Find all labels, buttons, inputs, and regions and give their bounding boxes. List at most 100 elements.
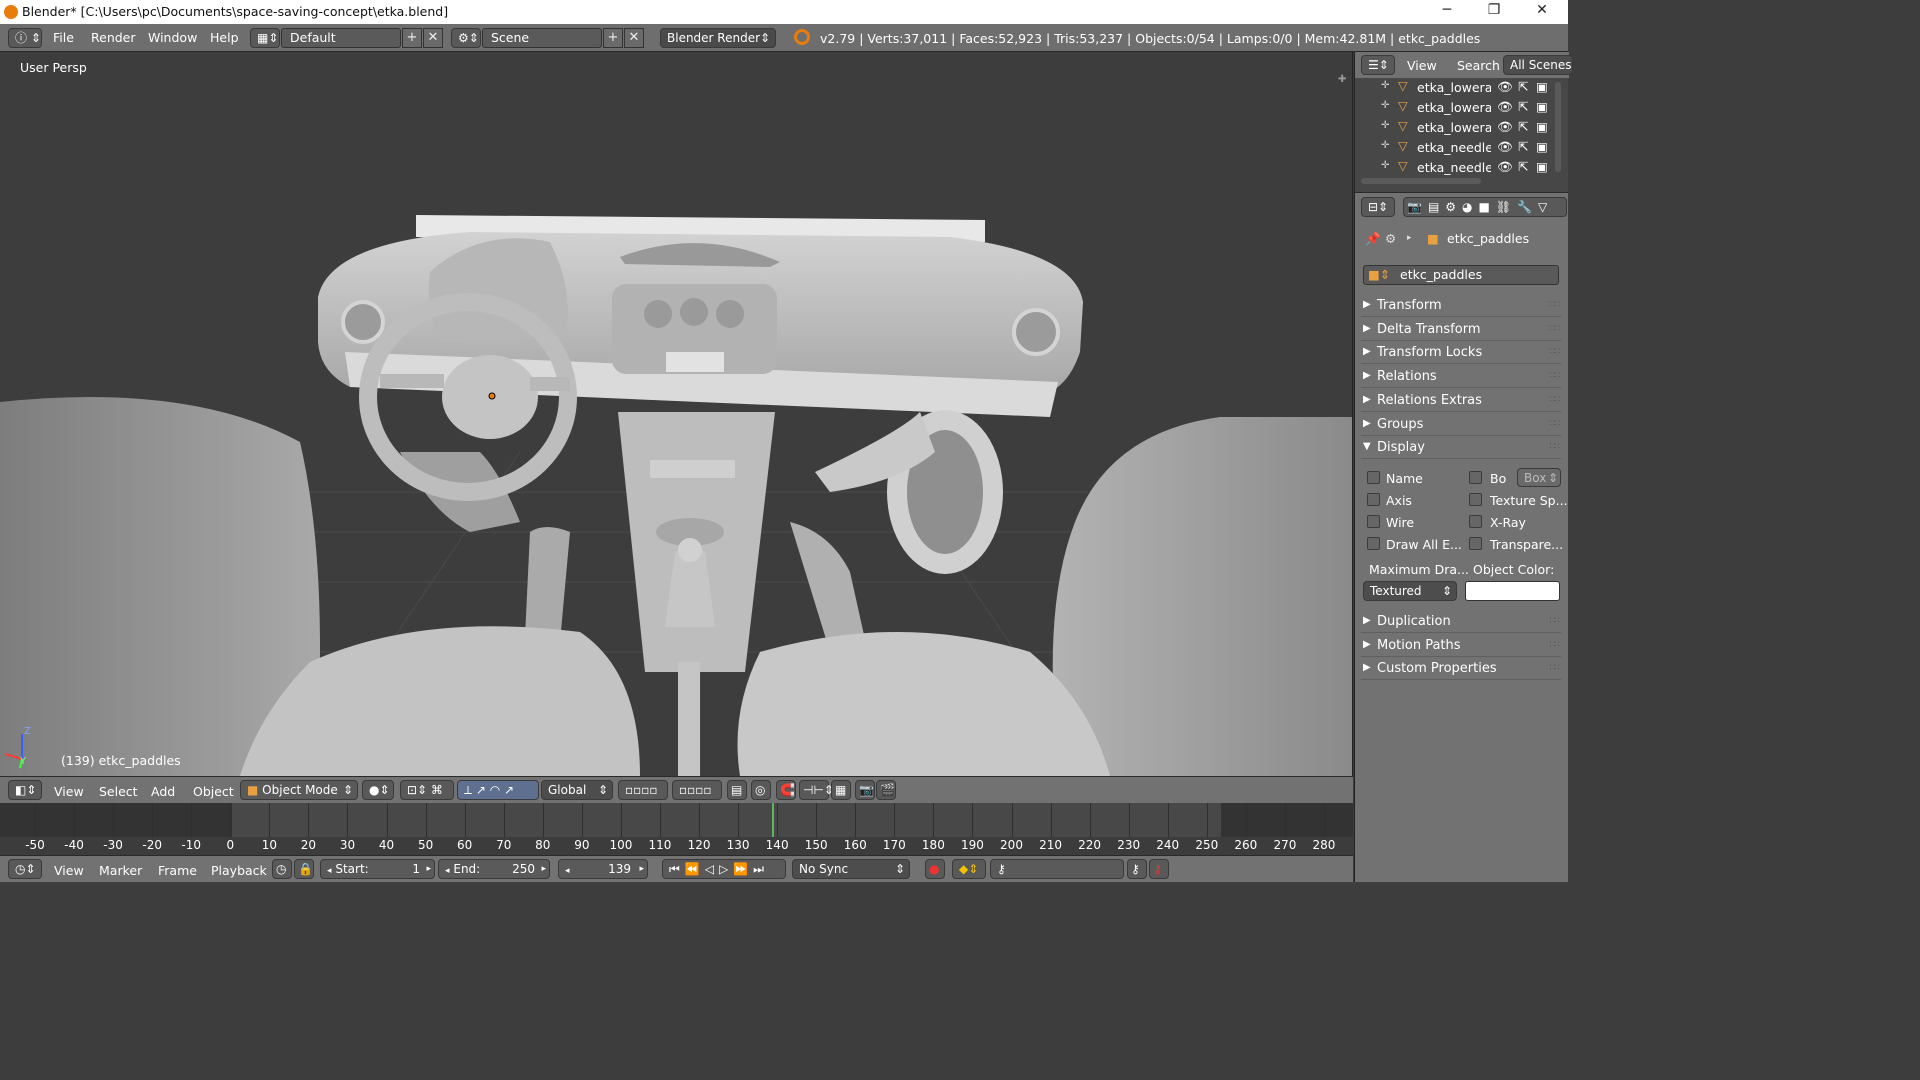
drag-grip-icon[interactable]: ∷∷ xyxy=(1550,324,1561,334)
current-frame-field[interactable]: ◂ 139 ▸ xyxy=(558,859,648,879)
3d-viewport[interactable]: User Persp Z Y (139) etkc_paddles ✚ xyxy=(0,52,1353,776)
axis-checkbox[interactable] xyxy=(1367,493,1380,506)
list-item[interactable]: ✛ ▽ etka_lowerarm 👁 ⇱ ▣ xyxy=(1355,98,1569,118)
transparency-checkbox[interactable] xyxy=(1469,537,1482,550)
expand-icon[interactable]: ✛ xyxy=(1381,140,1389,151)
outliner-item-name[interactable]: etka_needle_ xyxy=(1417,140,1491,155)
expand-icon[interactable]: ✛ xyxy=(1381,120,1389,131)
outliner-item-name[interactable]: etka_lowerarm xyxy=(1417,100,1491,115)
camera-icon[interactable]: ▣ xyxy=(1536,99,1548,114)
bounds-type-select[interactable]: Box ⇕ xyxy=(1517,468,1561,487)
panel-relations-extras[interactable]: ▶ Relations Extras ∷∷ xyxy=(1361,390,1561,412)
pin-icon[interactable]: 📌 xyxy=(1365,231,1381,247)
snap-element-select[interactable]: ⊣⊢⇕ xyxy=(799,780,834,800)
render-camera-icon[interactable]: 📷 xyxy=(855,780,875,800)
end-frame-field[interactable]: ◂ End: 250 ▸ xyxy=(438,859,550,879)
object-color-swatch[interactable] xyxy=(1465,581,1560,601)
cursor-icon[interactable]: ⇱ xyxy=(1518,79,1528,94)
editor-type-properties-icon[interactable]: ⊟⇕ xyxy=(1361,197,1395,217)
name-checkbox[interactable] xyxy=(1367,471,1380,484)
drag-grip-icon[interactable]: ∷∷ xyxy=(1550,395,1561,405)
screen-layout-field[interactable]: Default xyxy=(281,28,401,48)
menu-playback[interactable]: Playback xyxy=(211,863,267,878)
add-screen-icon[interactable]: + xyxy=(402,28,422,48)
editor-type-info-icon[interactable]: ⓘ ⇕ xyxy=(8,28,42,48)
cursor-icon[interactable]: ⇱ xyxy=(1518,99,1528,114)
list-item[interactable]: ✛ ▽ etka_lowerarm 👁 ⇱ ▣ xyxy=(1355,118,1569,138)
add-scene-icon[interactable]: + xyxy=(603,28,623,48)
menu-window[interactable]: Window xyxy=(148,30,197,45)
outliner-item-name[interactable]: etka_lowerarm xyxy=(1417,120,1491,135)
drag-grip-icon[interactable]: ∷∷ xyxy=(1550,616,1561,626)
menu-file[interactable]: File xyxy=(53,30,74,45)
mode-select[interactable]: ■ Object Mode ⇕ xyxy=(240,780,358,800)
layers-grid-a[interactable]: ▫▫▫▫ xyxy=(618,780,668,800)
list-item[interactable]: ✛ ▽ etka_needle_ 👁 ⇱ ▣ xyxy=(1355,158,1569,178)
menu-marker[interactable]: Marker xyxy=(99,863,142,878)
close-button[interactable]: ✕ xyxy=(1527,2,1557,22)
panel-delta-transform[interactable]: ▶ Delta Transform ∷∷ xyxy=(1361,319,1561,341)
remove-scene-icon[interactable]: ✕ xyxy=(624,28,644,48)
expand-icon[interactable]: ✛ xyxy=(1381,100,1389,111)
playback-controls[interactable]: ⏮⏪◁▷⏩⏭ xyxy=(662,859,786,879)
minimize-button[interactable]: ─ xyxy=(1432,2,1462,22)
viewport-shading-select[interactable]: ●⇕ xyxy=(362,780,394,800)
screen-layout-icon[interactable]: ▦⇕ xyxy=(250,28,280,48)
eye-icon[interactable]: 👁 xyxy=(1497,119,1513,135)
eye-icon[interactable]: 👁 xyxy=(1497,99,1513,115)
panel-motion-paths[interactable]: ▶ Motion Paths ∷∷ xyxy=(1361,635,1561,657)
menu-object[interactable]: Object xyxy=(193,784,234,799)
lock-icon[interactable]: 🔒 xyxy=(294,859,314,879)
layers-grid-b[interactable]: ▫▫▫▫ xyxy=(672,780,722,800)
snap-target-icon[interactable]: ▦ xyxy=(831,780,851,800)
panel-transform[interactable]: ▶ Transform ∷∷ xyxy=(1361,295,1561,317)
menu-select[interactable]: Select xyxy=(99,784,138,799)
expand-icon[interactable]: ✛ xyxy=(1381,160,1389,171)
eye-icon[interactable]: 👁 xyxy=(1497,159,1513,175)
proportional-edit-icon[interactable]: ◎ xyxy=(751,780,771,800)
outliner-menu-search[interactable]: Search xyxy=(1457,58,1500,73)
texture-space-checkbox[interactable] xyxy=(1469,493,1482,506)
current-frame-marker[interactable] xyxy=(772,803,775,837)
camera-icon[interactable]: ▣ xyxy=(1536,159,1548,174)
panel-display[interactable]: ▼ Display ∷∷ xyxy=(1361,437,1561,459)
menu-render[interactable]: Render xyxy=(91,30,136,45)
outliner-item-name[interactable]: etka_lowerarm xyxy=(1417,80,1491,95)
drag-grip-icon[interactable]: ∷∷ xyxy=(1550,347,1561,357)
menu-add[interactable]: Add xyxy=(151,784,175,799)
list-item[interactable]: ✛ ▽ etka_lowerarm 👁 ⇱ ▣ xyxy=(1355,78,1569,98)
object-name-value[interactable]: etkc_paddles xyxy=(1400,267,1482,282)
draw-all-edges-checkbox[interactable] xyxy=(1367,537,1380,550)
menu-view[interactable]: View xyxy=(54,784,84,799)
insert-keyframe-icon[interactable]: ⚷ xyxy=(1127,859,1147,879)
eye-icon[interactable]: 👁 xyxy=(1497,79,1513,95)
object-name-field[interactable]: ■⇕ etkc_paddles xyxy=(1363,265,1559,285)
xray-checkbox[interactable] xyxy=(1469,515,1482,528)
panel-relations[interactable]: ▶ Relations ∷∷ xyxy=(1361,366,1561,389)
cursor-icon[interactable]: ⇱ xyxy=(1518,159,1528,174)
wire-checkbox[interactable] xyxy=(1367,515,1380,528)
list-item[interactable]: ✛ ▽ etka_needle_ 👁 ⇱ ▣ xyxy=(1355,138,1569,158)
snap-icon[interactable]: 🧲 xyxy=(776,780,796,800)
preview-range-icon[interactable]: ◷ xyxy=(272,859,292,879)
active-keying-set-field[interactable]: ⚷ xyxy=(990,859,1124,879)
drag-grip-icon[interactable]: ∷∷ xyxy=(1550,640,1561,650)
editor-type-timeline-icon[interactable]: ◷⇕ xyxy=(8,859,42,879)
properties-editor[interactable]: ⊟⇕ 📷▤⚙◕■⛓🔧▽ 📌 ⚙ ▸ ■ etkc_paddles ■⇕ etkc… xyxy=(1354,192,1568,882)
scene-field[interactable]: Scene xyxy=(482,28,602,48)
outliner[interactable]: ☰⇕ View Search All Scenes ✛ ▽ etka_lowerar… xyxy=(1354,52,1573,192)
menu-frame[interactable]: Frame xyxy=(158,863,197,878)
cursor-icon[interactable]: ⇱ xyxy=(1518,139,1528,154)
lock-camera-icon[interactable]: ▤ xyxy=(727,780,747,800)
editor-type-3dview-icon[interactable]: ◧⇕ xyxy=(8,780,42,800)
properties-context-tabs[interactable]: 📷▤⚙◕■⛓🔧▽ xyxy=(1403,197,1567,217)
delete-keyframe-icon[interactable]: ⚷ xyxy=(1149,859,1169,879)
cursor-icon[interactable]: ⇱ xyxy=(1518,119,1528,134)
outliner-hscrollbar[interactable] xyxy=(1361,178,1481,184)
transform-orientation-select[interactable]: Global ⇕ xyxy=(541,780,613,800)
pivot-point-select[interactable]: ⊡⇕ ⌘ xyxy=(400,780,454,800)
drag-grip-icon[interactable]: ∷∷ xyxy=(1550,419,1561,429)
manipulator-toggle[interactable]: ⟂ ↗ ◠ ↗ xyxy=(457,780,539,800)
outliner-menu-view[interactable]: View xyxy=(1407,58,1437,73)
outliner-scrollbar[interactable] xyxy=(1555,82,1561,172)
